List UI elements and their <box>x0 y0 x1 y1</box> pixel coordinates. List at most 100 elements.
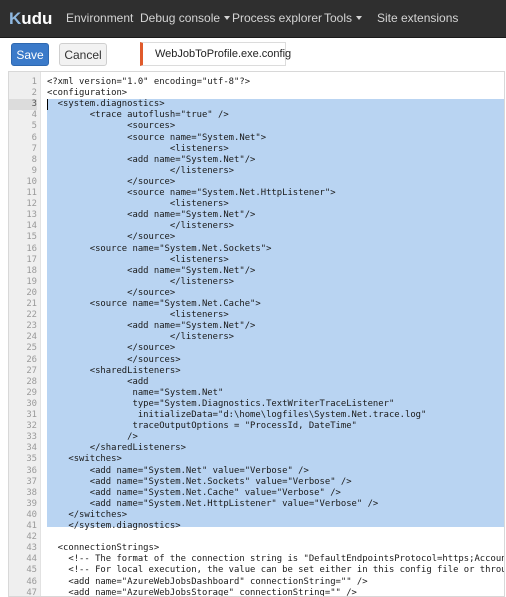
code-line[interactable]: 12 <listeners> <box>9 199 504 210</box>
code-line[interactable]: 34 </sharedListeners> <box>9 443 504 454</box>
code-line[interactable]: 26 </sources> <box>9 354 504 366</box>
file-tab[interactable]: WebJobToProfile.exe.config <box>140 42 291 66</box>
code-line[interactable]: 10 </source> <box>9 176 504 188</box>
code-line[interactable]: 19 </listeners> <box>9 276 504 288</box>
line-number: 32 <box>26 421 37 432</box>
nav-debug-console[interactable]: Debug console <box>140 11 231 26</box>
code-line[interactable]: 36 <add name="System.Net" value="Verbose… <box>9 466 504 477</box>
nav-tools[interactable]: Tools <box>324 11 363 26</box>
code-line[interactable]: 15 </source> <box>9 232 504 243</box>
line-text: <source name="System.Net.Sockets"> <box>47 243 272 254</box>
code-line[interactable]: 30 type="System.Diagnostics.TextWriterTr… <box>9 398 504 410</box>
code-line[interactable]: 22 <listeners> <box>9 310 504 321</box>
cancel-button[interactable]: Cancel <box>59 43 107 66</box>
nav-site-extensions[interactable]: Site extensions <box>377 11 458 26</box>
line-text: <add name="System.Net"/> <box>47 265 256 276</box>
code-line[interactable]: 2 <configuration> <box>9 88 504 99</box>
line-number: 26 <box>26 354 37 365</box>
line-number: 12 <box>26 199 37 210</box>
kudu-logo-text: udu <box>21 9 53 28</box>
line-number: 4 <box>31 110 37 121</box>
code-line[interactable]: 13 <add name="System.Net"/> <box>9 210 504 221</box>
code-line[interactable]: 21 <source name="System.Net.Cache"> <box>9 299 504 310</box>
line-number: 10 <box>26 176 37 187</box>
line-text: </listeners> <box>47 332 235 343</box>
code-line[interactable]: 35 <switches> <box>9 454 504 465</box>
line-text: <add name="System.Net"/> <box>47 321 256 332</box>
code-line[interactable]: 3 <system.diagnostics> <box>9 99 504 111</box>
code-line[interactable]: 17 <listeners> <box>9 255 504 266</box>
line-text: type="System.Diagnostics.TextWriterTrace… <box>47 398 395 409</box>
code-line[interactable]: 46 <add name="AzureWebJobsDashboard" con… <box>9 577 504 588</box>
code-editor[interactable]: 1 <?xml version="1.0" encoding="utf-8"?> 2… <box>8 71 505 597</box>
nav-process-explorer-label: Process explorer <box>232 11 323 25</box>
code-line[interactable]: 40 </switches> <box>9 510 504 521</box>
code-line[interactable]: 32 traceOutputOptions = "ProcessId, Date… <box>9 421 504 432</box>
code-line[interactable]: 25 </source> <box>9 343 504 354</box>
line-number: 33 <box>26 432 37 443</box>
line-number: 24 <box>26 332 37 343</box>
code-line[interactable]: 7 <listeners> <box>9 144 504 155</box>
line-text: <add name="System.Net"/> <box>47 210 256 221</box>
line-text: </source> <box>47 232 176 243</box>
code-line[interactable]: 37 <add name="System.Net.Sockets" value=… <box>9 476 504 488</box>
code-line[interactable]: 18 <add name="System.Net"/> <box>9 265 504 277</box>
line-text: <add name="System.Net"/> <box>47 154 256 165</box>
line-text: <listeners> <box>47 199 229 210</box>
line-text: </sharedListeners> <box>47 443 186 454</box>
kudu-logo[interactable]: Kudu <box>9 9 52 28</box>
line-number: 28 <box>26 376 37 387</box>
code-line[interactable]: 39 <add name="System.Net.HttpListener" v… <box>9 499 504 510</box>
code-line[interactable]: 43 <connectionStrings> <box>9 543 504 554</box>
code-line[interactable]: 42 <box>9 532 504 543</box>
code-line[interactable]: 27 <sharedListeners> <box>9 366 504 377</box>
code-line[interactable]: 16 <source name="System.Net.Sockets"> <box>9 243 504 255</box>
code-line[interactable]: 45 <!-- For local execution, the value c… <box>9 565 504 576</box>
code-line[interactable]: 8 <add name="System.Net"/> <box>9 154 504 166</box>
code-line[interactable]: 29 name="System.Net" <box>9 388 504 399</box>
line-text: <source name="System.Net.Cache"> <box>47 299 261 309</box>
line-text: initializeData="d:\home\logfiles\System.… <box>47 410 427 420</box>
code-line[interactable]: 47 <add name="AzureWebJobsStorage" conne… <box>9 587 504 597</box>
code-line[interactable]: 14 </listeners> <box>9 221 504 232</box>
save-button[interactable]: Save <box>11 43 49 66</box>
code-line[interactable]: 38 <add name="System.Net.Cache" value="V… <box>9 487 504 499</box>
code-line[interactable]: 6 <source name="System.Net"> <box>9 133 504 144</box>
code-line[interactable]: 5 <sources> <box>9 121 504 132</box>
code-line[interactable]: 9 </listeners> <box>9 165 504 177</box>
line-number: 47 <box>26 587 37 597</box>
nav-process-explorer[interactable]: Process explorer <box>232 11 322 26</box>
code-line[interactable]: 24 </listeners> <box>9 332 504 343</box>
nav-environment[interactable]: Environment <box>66 11 133 26</box>
code-line[interactable]: 11 <source name="System.Net.HttpListener… <box>9 188 504 199</box>
line-text: <trace autoflush="true" /> <box>47 110 229 121</box>
code-line[interactable]: 4 <trace autoflush="true" /> <box>9 110 504 121</box>
line-text: <add name="System.Net.Sockets" value="Ve… <box>47 476 352 487</box>
line-text: </source> <box>47 343 176 354</box>
code-line[interactable]: 44 <!-- The format of the connection str… <box>9 554 504 565</box>
line-text: </system.diagnostics> <box>47 521 181 531</box>
line-text: <sources> <box>47 121 176 132</box>
code-line[interactable]: 23 <add name="System.Net"/> <box>9 321 504 332</box>
line-number: 45 <box>26 565 37 576</box>
chevron-down-icon <box>224 16 231 20</box>
line-number: 19 <box>26 276 37 287</box>
code-line[interactable]: 41 </system.diagnostics> <box>9 521 504 532</box>
code-line[interactable]: 1 <?xml version="1.0" encoding="utf-8"?> <box>9 77 504 88</box>
line-number: 30 <box>26 398 37 409</box>
code-line[interactable]: 20 </source> <box>9 288 504 299</box>
line-text: </sources> <box>47 354 181 365</box>
code-line[interactable]: 31 initializeData="d:\home\logfiles\Syst… <box>9 410 504 421</box>
nav-site-extensions-label: Site extensions <box>377 11 459 25</box>
line-text: <add <box>47 376 149 387</box>
top-navbar: Kudu Environment Debug console Process e… <box>0 0 506 38</box>
line-number: 9 <box>31 165 37 176</box>
code-line[interactable]: 33 /> <box>9 432 504 443</box>
line-number: 38 <box>26 487 37 498</box>
code-line[interactable]: 28 <add <box>9 376 504 388</box>
line-number: 1 <box>31 77 37 87</box>
line-text: </listeners> <box>47 221 235 232</box>
line-number: 34 <box>26 443 37 454</box>
line-number: 14 <box>26 221 37 232</box>
line-number: 31 <box>26 410 37 420</box>
